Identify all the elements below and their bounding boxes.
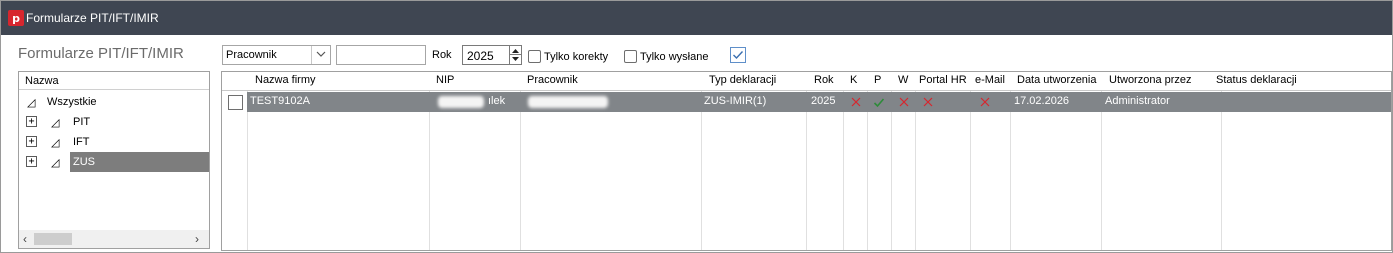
tree-item-zus[interactable]: + ◿ ZUS [19,152,209,172]
header-employee[interactable]: Pracownik [527,74,578,86]
header-k[interactable]: K [850,74,857,86]
tree-item-label: ZUS [73,156,95,168]
x-mark-icon [851,97,861,107]
header-w[interactable]: W [898,74,908,86]
year-label: Rok [432,49,452,61]
year-spinner[interactable] [509,45,522,65]
title-bar: p Formularze PIT/IFT/IMIR [1,1,1392,35]
check-mark-icon [733,51,744,60]
scroll-right-icon[interactable]: › [195,232,199,246]
redacted-nip [438,96,484,108]
tree-item-ift[interactable]: + ◿ IFT [19,132,209,152]
scroll-left-icon[interactable]: ‹ [23,232,27,246]
tree-item-label: IFT [73,136,90,148]
x-mark-icon [923,97,933,107]
header-created-by[interactable]: Utworzona przez [1109,74,1192,86]
header-portal-hr[interactable]: Portal HR [919,74,967,86]
chevron-down-icon[interactable] [311,46,330,64]
declarations-grid[interactable]: Nazwa firmy NIP Pracownik Typ deklaracji… [221,71,1392,251]
main-window: p Formularze PIT/IFT/IMIR Formularze PIT… [0,0,1393,253]
year-value: 2025 [467,49,494,63]
page-title: Formularze PIT/IFT/IMIR [18,45,184,62]
header-email[interactable]: e-Mail [975,74,1005,86]
check-mark-icon [873,98,885,108]
header-created[interactable]: Data utworzenia [1017,74,1097,86]
collapse-triangle-icon[interactable]: ◿ [27,96,35,109]
tree-item-label: Wszystkie [47,96,97,108]
expand-icon[interactable]: + [26,136,37,147]
tree-header[interactable]: Nazwa [19,72,209,90]
cell-created-by: Administrator [1105,95,1170,107]
type-combobox[interactable]: Pracownik [222,45,331,65]
expand-icon[interactable]: + [26,156,37,167]
category-tree[interactable]: Nazwa ◿ Wszystkie + ◿ PIT + ◿ IFT + ◿ ZU… [18,71,210,249]
tree-header-label: Nazwa [25,75,59,87]
collapse-triangle-icon[interactable]: ◿ [51,136,59,149]
collapse-triangle-icon[interactable]: ◿ [51,116,59,129]
only-corrections-checkbox[interactable] [528,50,541,63]
window-title: Formularze PIT/IFT/IMIR [26,11,159,25]
tree-item-all[interactable]: ◿ Wszystkie [19,92,209,112]
cell-year: 2025 [811,95,836,107]
cell-company: TEST9102A [250,95,310,107]
header-company[interactable]: Nazwa firmy [255,74,316,86]
grid-header: Nazwa firmy NIP Pracownik Typ deklaracji… [222,72,1391,91]
tree-item-pit[interactable]: + ◿ PIT [19,112,209,132]
app-logo-icon: p [8,10,24,26]
cell-created: 17.02.2026 [1014,95,1070,107]
only-corrections-label: Tylko korekty [544,51,609,63]
row-select-checkbox[interactable] [228,95,243,110]
x-mark-icon [980,97,990,107]
year-input[interactable]: 2025 [462,45,510,65]
scrollbar-thumb[interactable] [34,233,72,245]
type-combobox-value: Pracownik [226,49,277,61]
header-nip[interactable]: NIP [436,74,454,86]
cell-type: ZUS-IMIR(1) [704,95,767,107]
tree-horizontal-scrollbar[interactable]: ‹ › [19,230,209,248]
header-status[interactable]: Status deklaracji [1216,74,1297,86]
only-sent-label: Tylko wysłane [640,51,709,63]
redacted-employee [528,96,608,108]
header-p[interactable]: P [874,74,881,86]
tree-item-label: PIT [73,116,91,128]
spin-up-icon[interactable] [510,46,521,55]
search-input[interactable] [336,45,426,65]
cell-nip-fragment: ılek [488,95,506,107]
expand-icon[interactable]: + [26,116,37,127]
extra-filter-checkbox[interactable] [730,47,746,63]
collapse-triangle-icon[interactable]: ◿ [51,156,59,169]
only-sent-checkbox[interactable] [624,50,637,63]
x-mark-icon [899,97,909,107]
header-year[interactable]: Rok [814,74,834,86]
header-type[interactable]: Typ deklaracji [709,74,776,86]
spin-down-icon[interactable] [510,55,521,64]
